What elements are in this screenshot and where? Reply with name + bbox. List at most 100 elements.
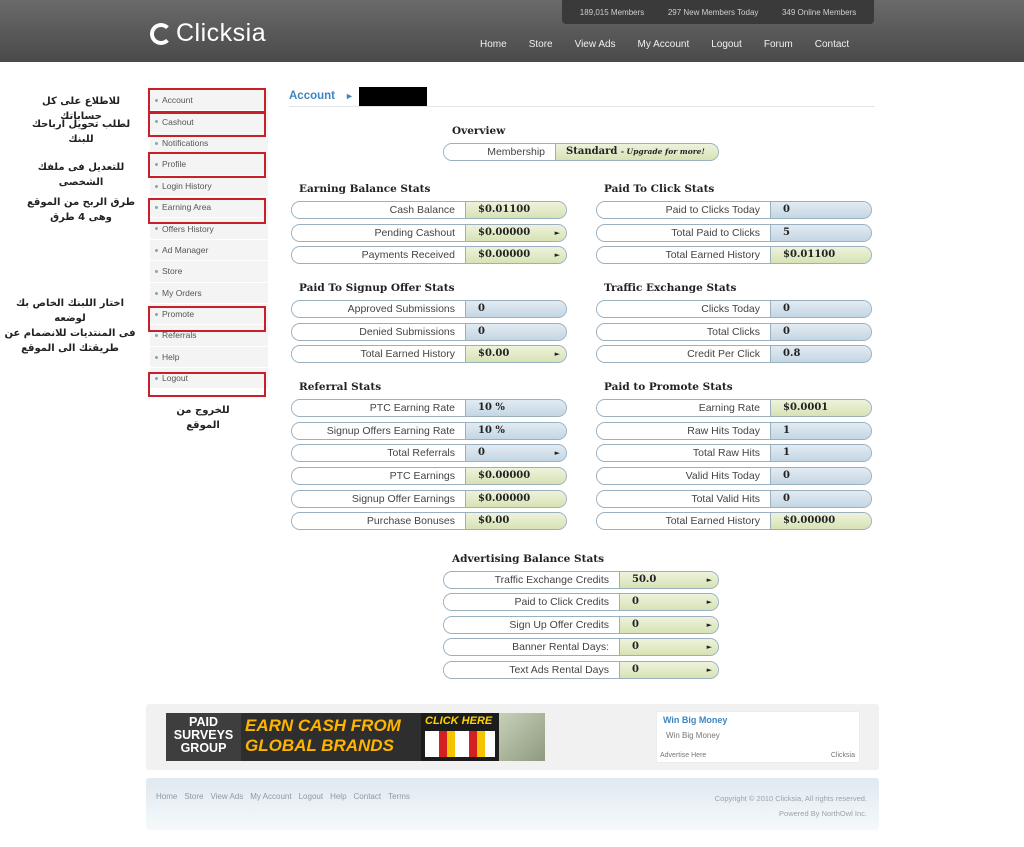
stat-row[interactable]: Payments Received $0.00000 ► bbox=[291, 246, 567, 264]
banner-ad[interactable]: PAID SURVEYS GROUP EARN CASH FROM GLOBAL… bbox=[166, 713, 545, 761]
text-ad-title[interactable]: Win Big Money bbox=[663, 715, 727, 725]
arrow-right-icon: ► bbox=[706, 597, 712, 606]
nav-view-ads[interactable]: View Ads bbox=[575, 39, 616, 50]
site-logo[interactable]: Clicksia bbox=[150, 19, 266, 48]
stat-value-text: $0.00000 bbox=[478, 227, 531, 238]
stat-row[interactable]: Traffic Exchange Credits 50.0 ► bbox=[443, 571, 719, 589]
sidebar-item-store[interactable]: Store bbox=[150, 261, 268, 283]
stat-label: Total Valid Hits bbox=[597, 491, 770, 507]
stat-value: $0.01100 bbox=[770, 247, 871, 263]
stat-label: Paid to Clicks Today bbox=[597, 202, 770, 218]
stat-label: Pending Cashout bbox=[292, 225, 465, 241]
stat-value: 0.8 bbox=[770, 346, 871, 362]
stat-value: 1 bbox=[770, 445, 871, 461]
highlight-box-promote bbox=[148, 306, 266, 332]
stat-label: Approved Submissions bbox=[292, 301, 465, 317]
stat-label: Cash Balance bbox=[292, 202, 465, 218]
footer-navigation: Home Store View Ads My Account Logout He… bbox=[156, 792, 417, 801]
annotation-promote: اختار اللبنك الخاص بك لوضعه فى المنتديات… bbox=[2, 296, 138, 356]
stat-label: Total Earned History bbox=[292, 346, 465, 362]
annotation-promote-line3: طريقتك الى الموقع bbox=[21, 343, 119, 354]
logo-text: Clicksia bbox=[176, 19, 267, 47]
sidebar-item-login-history[interactable]: Login History bbox=[150, 175, 268, 197]
sidebar-item-my-orders[interactable]: My Orders bbox=[150, 282, 268, 304]
referral-stats-title: Referral Stats bbox=[299, 381, 382, 393]
stat-value: 0 ► bbox=[619, 639, 718, 655]
stat-label: Credit Per Click bbox=[597, 346, 770, 362]
traffic-stats-title: Traffic Exchange Stats bbox=[604, 282, 737, 294]
stat-value: $0.00 bbox=[465, 513, 566, 529]
stat-row[interactable]: Total Referrals 0 ► bbox=[291, 444, 567, 462]
breadcrumb-divider bbox=[289, 106, 875, 107]
annotation-promote-line2: فى المنتديات للانضمام عن bbox=[4, 328, 136, 339]
stat-label: Total Raw Hits bbox=[597, 445, 770, 461]
nav-contact[interactable]: Contact bbox=[815, 39, 849, 50]
stat-label: Traffic Exchange Credits bbox=[444, 572, 619, 588]
nav-store[interactable]: Store bbox=[529, 39, 553, 50]
stat-row: Total Earned History $0.01100 bbox=[596, 246, 872, 264]
stat-value: 0 bbox=[770, 491, 871, 507]
sidebar-item-ad-manager[interactable]: Ad Manager bbox=[150, 239, 268, 262]
stat-value: $0.00 ► bbox=[465, 346, 566, 362]
site-header: 189,015 Members 297 New Members Today 34… bbox=[0, 0, 1024, 62]
sidebar-item-help[interactable]: Help bbox=[150, 346, 268, 369]
breadcrumb-account[interactable]: Account bbox=[289, 90, 335, 102]
stat-value: $0.00000 bbox=[465, 491, 566, 507]
stat-value: 10 % bbox=[465, 400, 566, 416]
arrow-right-icon: ► bbox=[706, 642, 712, 651]
stat-value: $0.01100 bbox=[465, 202, 566, 218]
stat-value-text: $0.00 bbox=[478, 348, 510, 359]
stat-row[interactable]: Total Earned History $0.00 ► bbox=[291, 345, 567, 363]
nav-home[interactable]: Home bbox=[480, 39, 507, 50]
footer-link-my-account[interactable]: My Account bbox=[250, 792, 291, 801]
banner-headline-line: GLOBAL BRANDS bbox=[245, 736, 394, 755]
members-count: 189,015 Members bbox=[579, 7, 645, 17]
banner-headline: EARN CASH FROM GLOBAL BRANDS bbox=[241, 713, 421, 761]
stat-row: Denied Submissions 0 bbox=[291, 323, 567, 341]
stat-row[interactable]: Banner Rental Days: 0 ► bbox=[443, 638, 719, 656]
stat-row[interactable]: Pending Cashout $0.00000 ► bbox=[291, 224, 567, 242]
footer-link-help[interactable]: Help bbox=[330, 792, 346, 801]
new-members-count: 297 New Members Today bbox=[667, 7, 759, 17]
stat-row: Total Paid to Clicks 5 bbox=[596, 224, 872, 242]
nav-logout[interactable]: Logout bbox=[711, 39, 742, 50]
stat-value-text: 0 bbox=[632, 596, 639, 607]
highlight-box-cashout bbox=[148, 112, 266, 137]
stat-value-text: 0 bbox=[478, 447, 485, 458]
text-ad[interactable]: Win Big Money Win Big Money Advertise He… bbox=[656, 711, 860, 763]
annotation-promote-line1: اختار اللبنك الخاص بك لوضعه bbox=[15, 298, 125, 324]
stat-value: 0 ► bbox=[619, 594, 718, 610]
stat-value-text: $0.00000 bbox=[478, 249, 531, 260]
footer-link-terms[interactable]: Terms bbox=[388, 792, 410, 801]
advertise-here-link[interactable]: Advertise Here bbox=[660, 752, 706, 759]
stat-row[interactable]: Text Ads Rental Days 0 ► bbox=[443, 661, 719, 679]
stat-label: PTC Earnings bbox=[292, 468, 465, 484]
breadcrumb: Account ► bbox=[289, 90, 354, 102]
footer-link-contact[interactable]: Contact bbox=[354, 792, 382, 801]
highlight-box-earning-area bbox=[148, 198, 266, 224]
stat-value: $0.00000 ► bbox=[465, 247, 566, 263]
stat-label: Denied Submissions bbox=[292, 324, 465, 340]
promote-stats-title: Paid to Promote Stats bbox=[604, 381, 733, 393]
nav-my-account[interactable]: My Account bbox=[638, 39, 690, 50]
stat-value: 10 % bbox=[465, 423, 566, 439]
annotation-earning-line2: وهى 4 طرق bbox=[50, 212, 112, 223]
overview-title: Overview bbox=[452, 125, 506, 137]
ptc-stats-title: Paid To Click Stats bbox=[604, 183, 715, 195]
stat-label: Signup Offer Earnings bbox=[292, 491, 465, 507]
text-ad-description: Win Big Money bbox=[666, 731, 720, 740]
stat-row[interactable]: Paid to Click Credits 0 ► bbox=[443, 593, 719, 611]
highlight-box-logout bbox=[148, 372, 266, 397]
annotation-logout: للخروج من الموقع bbox=[176, 405, 230, 431]
footer-link-store[interactable]: Store bbox=[184, 792, 203, 801]
footer-link-home[interactable]: Home bbox=[156, 792, 177, 801]
footer-link-logout[interactable]: Logout bbox=[299, 792, 323, 801]
membership-type: Standard bbox=[566, 146, 618, 157]
footer-link-view-ads[interactable]: View Ads bbox=[210, 792, 243, 801]
stat-row: Signup Offer Earnings $0.00000 bbox=[291, 490, 567, 508]
nav-forum[interactable]: Forum bbox=[764, 39, 793, 50]
stat-row[interactable]: Sign Up Offer Credits 0 ► bbox=[443, 616, 719, 634]
upgrade-link[interactable]: - Upgrade for more! bbox=[621, 147, 705, 156]
stat-label: Raw Hits Today bbox=[597, 423, 770, 439]
banner-headline-line: EARN CASH FROM bbox=[245, 716, 401, 735]
